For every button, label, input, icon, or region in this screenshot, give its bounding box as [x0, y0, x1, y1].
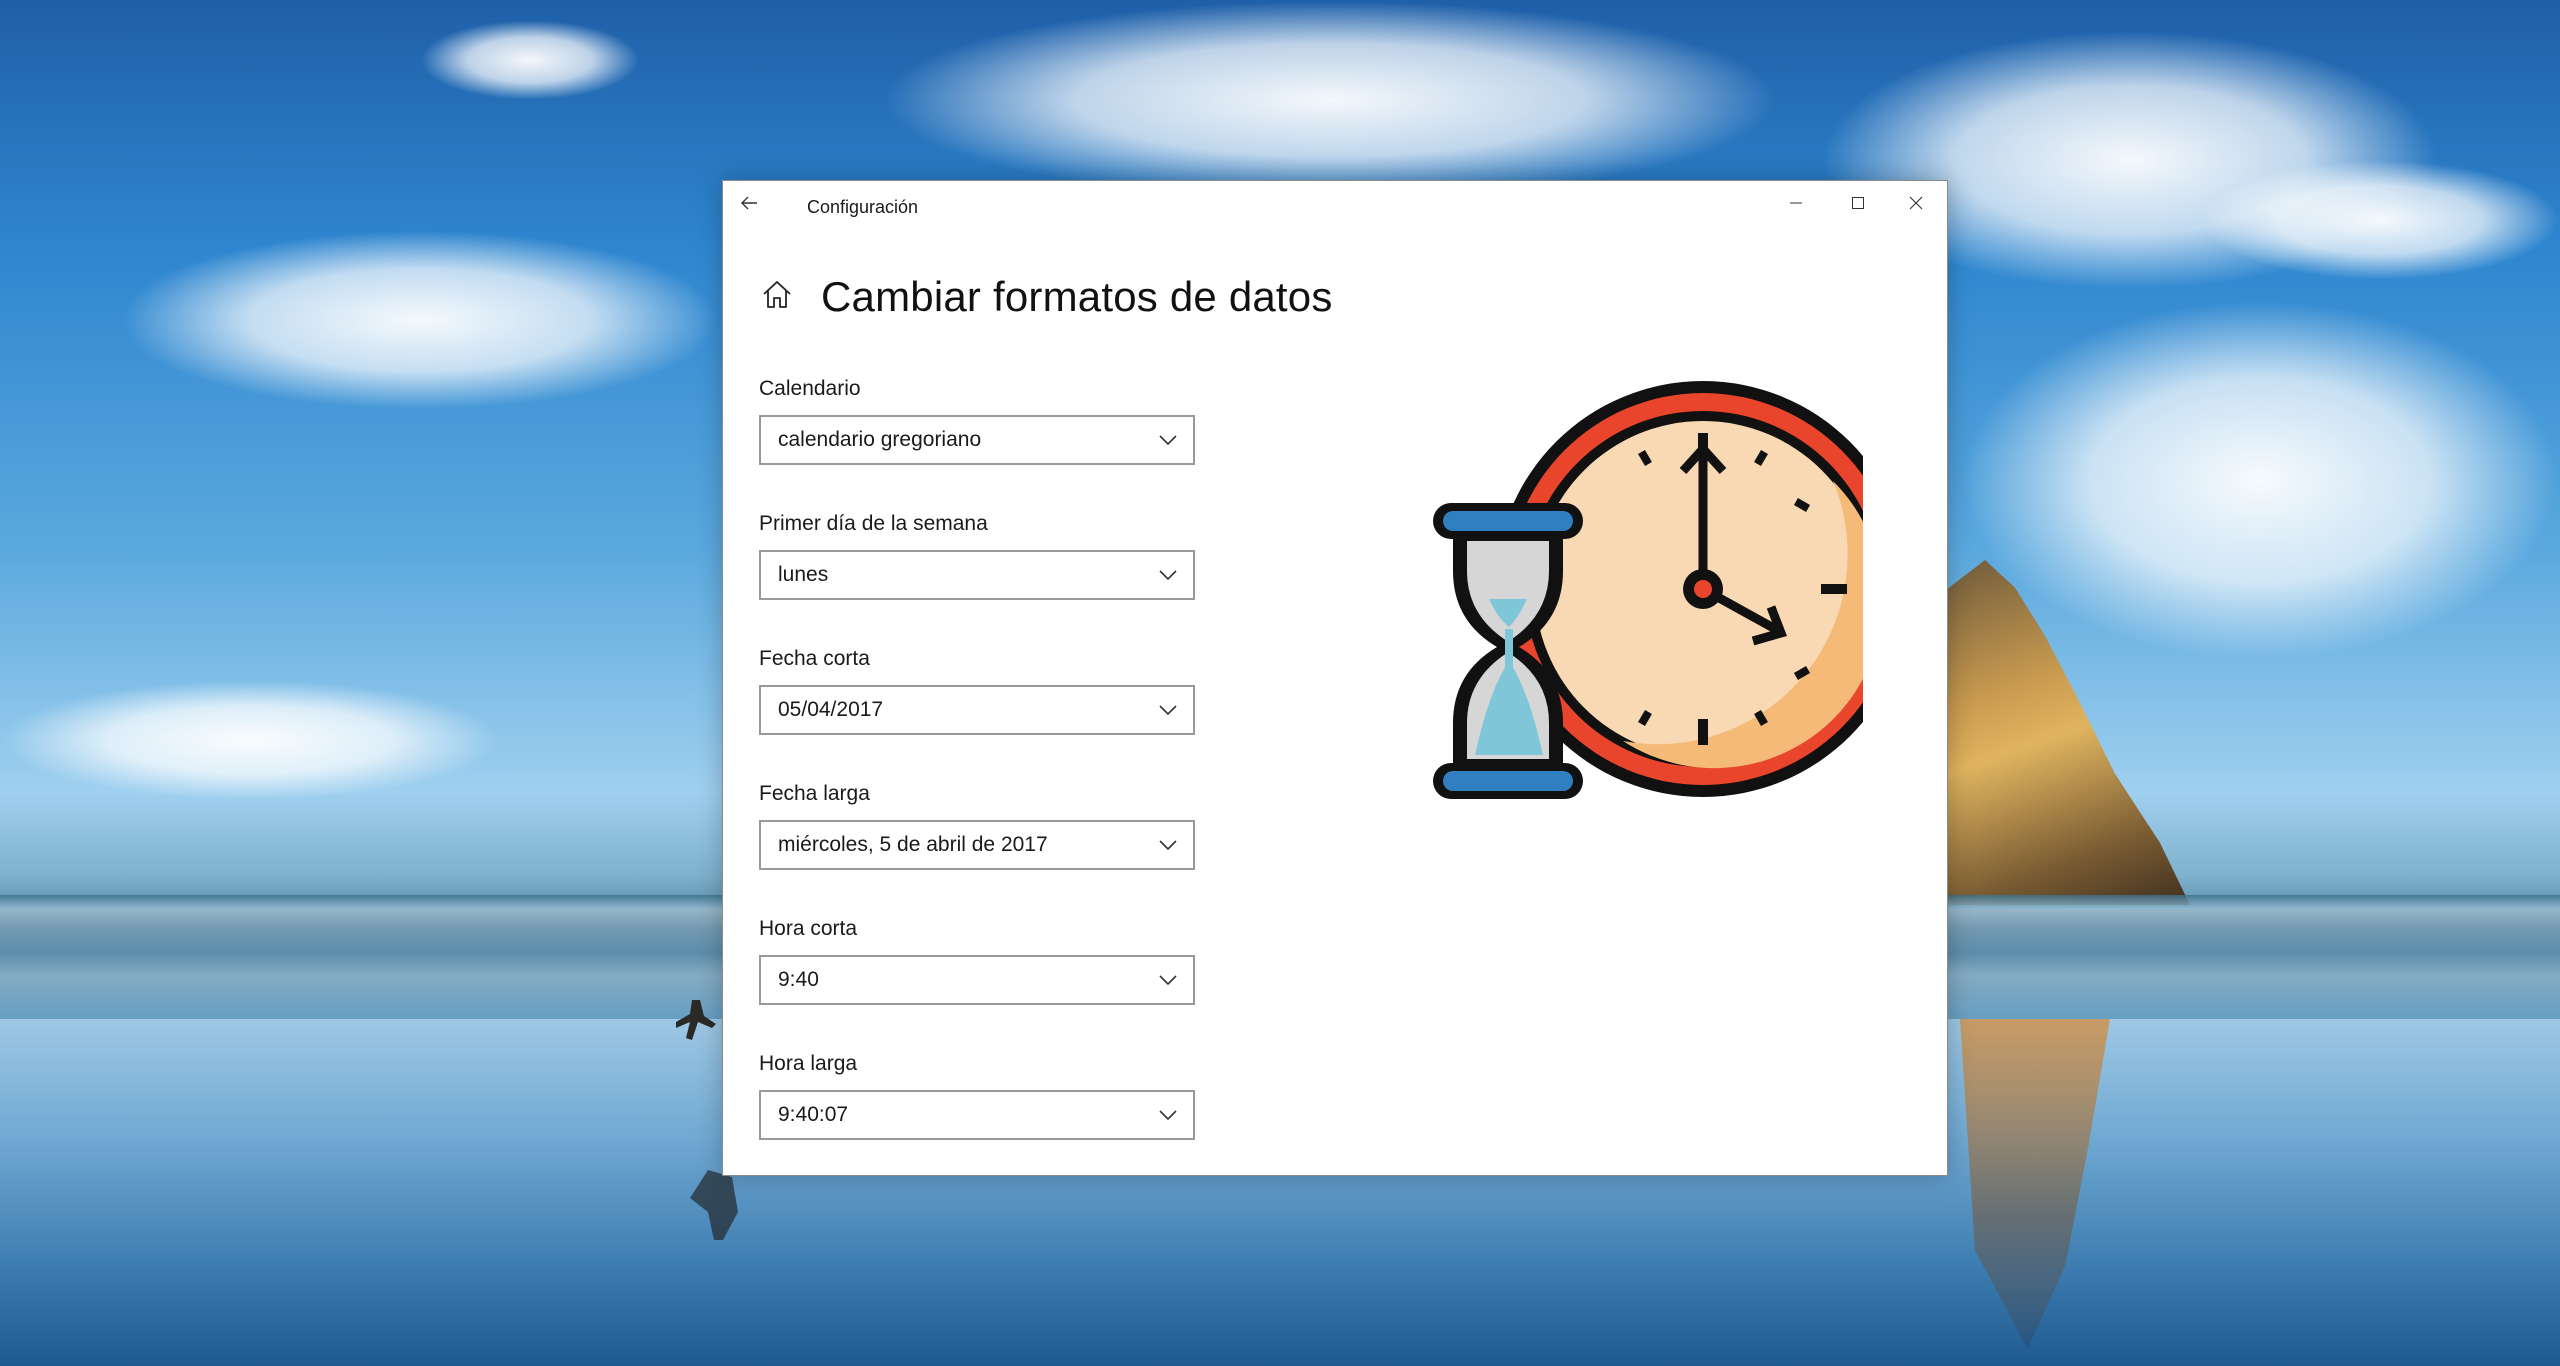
close-button[interactable] — [1885, 181, 1947, 229]
short-date-dropdown[interactable]: 05/04/2017 — [759, 685, 1195, 735]
clock-hourglass-icon — [1423, 371, 1911, 811]
calendar-dropdown[interactable]: calendario gregoriano — [759, 415, 1195, 465]
maximize-icon — [1850, 195, 1866, 216]
wallpaper-cloud — [2200, 160, 2560, 280]
long-time-dropdown[interactable]: 9:40:07 — [759, 1090, 1195, 1140]
long-time-field: Hora larga 9:40:07 — [759, 1052, 1195, 1140]
wallpaper-cloud — [120, 230, 720, 410]
chevron-down-icon — [1159, 839, 1177, 851]
back-button[interactable] — [731, 187, 767, 223]
close-icon — [1908, 195, 1924, 216]
wallpaper-cloud — [1960, 300, 2560, 660]
page-header: Cambiar formatos de datos — [759, 267, 1333, 327]
chevron-down-icon — [1159, 704, 1177, 716]
settings-window: Configuración Cambiar formatos de datos … — [722, 180, 1948, 1176]
first-day-field: Primer día de la semana lunes — [759, 512, 1195, 600]
long-time-value: 9:40:07 — [778, 1103, 849, 1126]
long-date-dropdown[interactable]: miércoles, 5 de abril de 2017 — [759, 820, 1195, 870]
maximize-button[interactable] — [1827, 181, 1889, 229]
long-date-value: miércoles, 5 de abril de 2017 — [778, 833, 1048, 856]
short-time-dropdown[interactable]: 9:40 — [759, 955, 1195, 1005]
first-day-dropdown[interactable]: lunes — [759, 550, 1195, 600]
chevron-down-icon — [1159, 1109, 1177, 1121]
page-title: Cambiar formatos de datos — [821, 273, 1333, 320]
wallpaper-cloud — [420, 20, 640, 100]
short-time-value: 9:40 — [778, 968, 819, 991]
home-button[interactable] — [759, 279, 795, 315]
calendar-label: Calendario — [759, 377, 861, 400]
calendar-field: Calendario calendario gregoriano — [759, 377, 1195, 465]
back-arrow-icon — [740, 195, 758, 216]
short-date-label: Fecha corta — [759, 647, 870, 670]
long-date-field: Fecha larga miércoles, 5 de abril de 201… — [759, 782, 1195, 870]
short-time-label: Hora corta — [759, 917, 858, 940]
home-icon — [761, 279, 793, 316]
title-bar: Configuración — [723, 181, 1947, 229]
long-date-label: Fecha larga — [759, 782, 870, 805]
wallpaper-cloud — [880, 0, 1780, 200]
chevron-down-icon — [1159, 569, 1177, 581]
minimize-button[interactable] — [1765, 181, 1827, 229]
chevron-down-icon — [1159, 434, 1177, 446]
minimize-icon — [1788, 195, 1804, 216]
short-date-value: 05/04/2017 — [778, 698, 884, 721]
calendar-value: calendario gregoriano — [778, 428, 982, 451]
long-time-label: Hora larga — [759, 1052, 858, 1075]
first-day-value: lunes — [778, 563, 829, 586]
window-title: Configuración — [807, 197, 919, 217]
short-date-field: Fecha corta 05/04/2017 — [759, 647, 1195, 735]
short-time-field: Hora corta 9:40 — [759, 917, 1195, 1005]
chevron-down-icon — [1159, 974, 1177, 986]
first-day-label: Primer día de la semana — [759, 512, 988, 535]
wallpaper-cloud — [0, 680, 500, 800]
